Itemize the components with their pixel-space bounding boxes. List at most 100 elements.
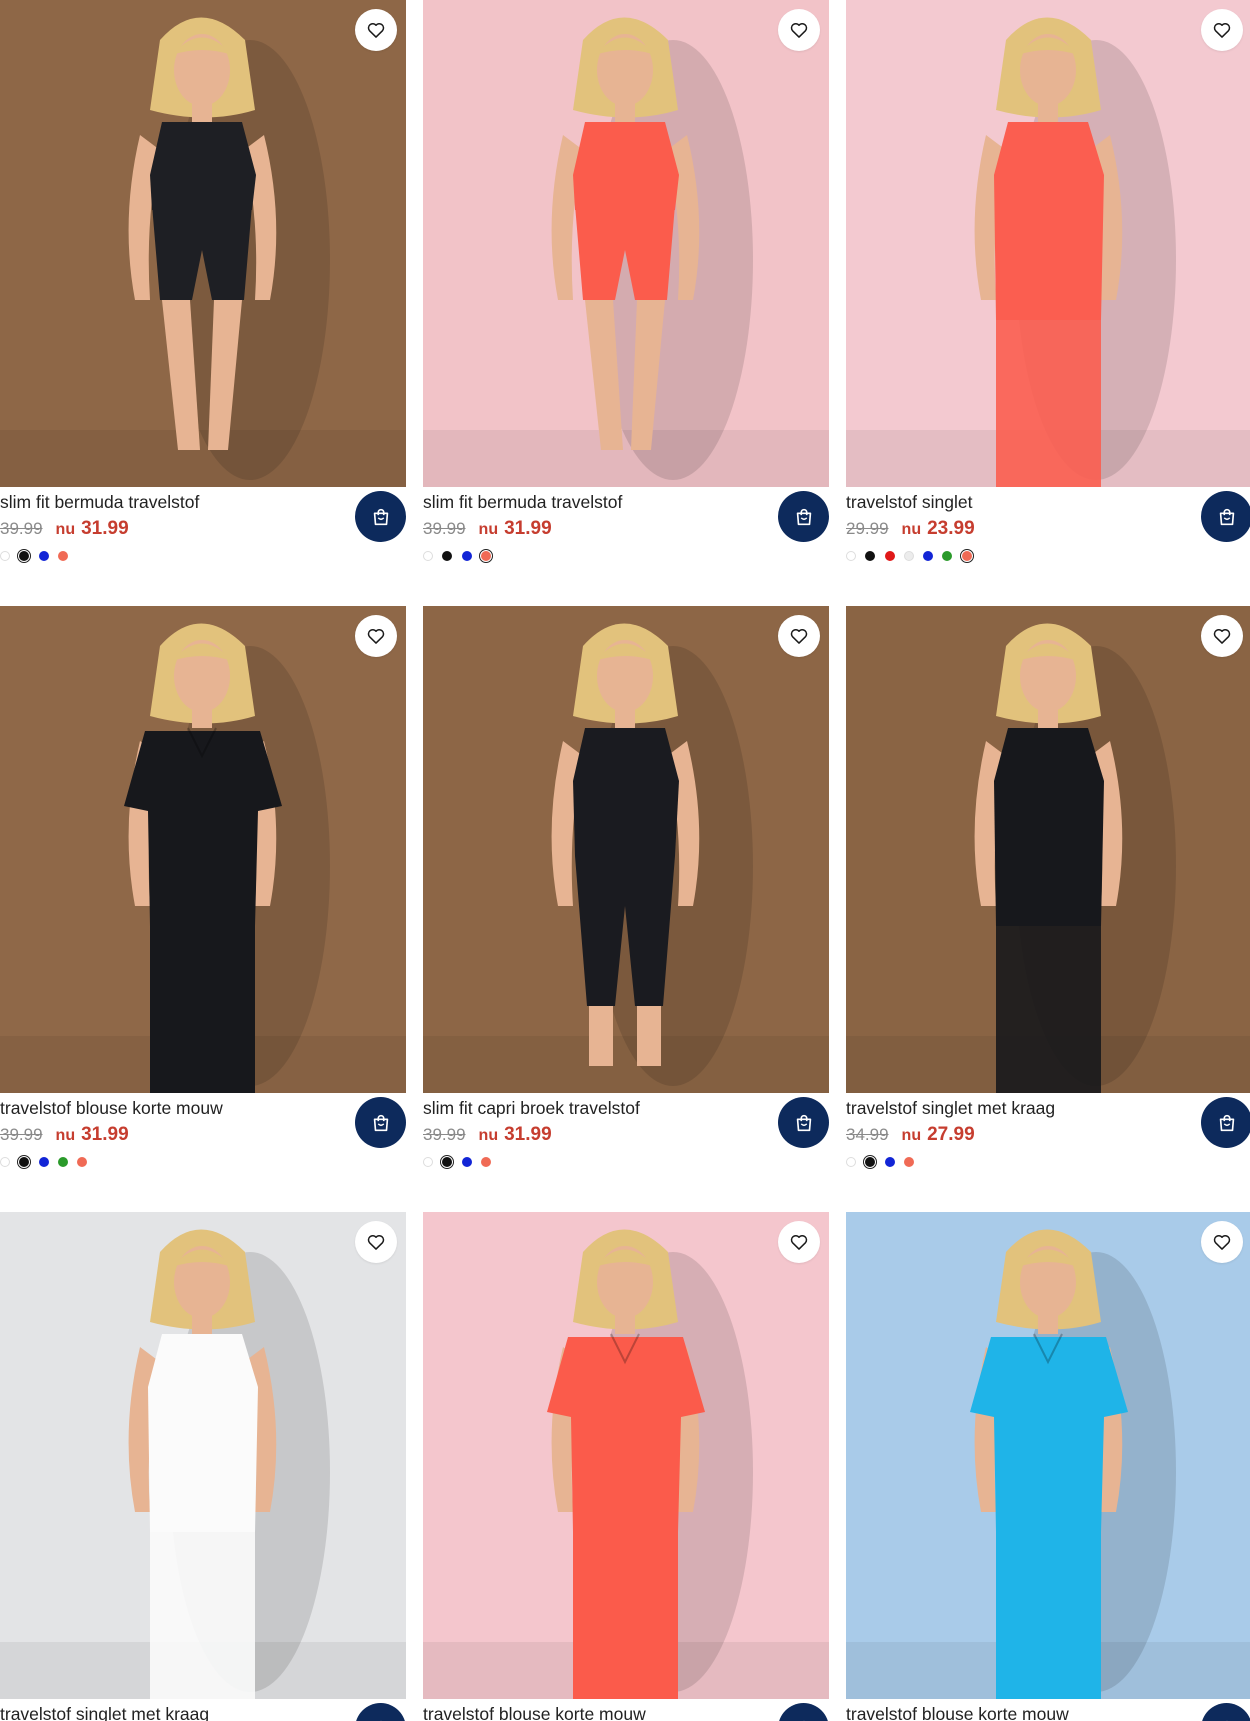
color-swatch[interactable]: [846, 1157, 856, 1167]
now-label: nu: [478, 1127, 499, 1144]
color-swatch[interactable]: [442, 551, 453, 561]
product-name[interactable]: travelstof blouse korte mouw: [846, 1704, 1069, 1721]
heart-icon: [367, 1234, 385, 1250]
product-card[interactable]: travelstof blouse korte mouw: [846, 1212, 1250, 1721]
add-to-cart-button[interactable]: [778, 1703, 829, 1721]
color-swatch[interactable]: [57, 551, 68, 561]
shopping-bag-icon: [1219, 1114, 1234, 1131]
color-swatch[interactable]: [57, 1157, 68, 1167]
product-image[interactable]: [0, 1212, 406, 1699]
product-name[interactable]: travelstof singlet: [846, 492, 972, 513]
color-swatch[interactable]: [903, 1157, 914, 1167]
add-to-cart-button[interactable]: [355, 491, 406, 542]
add-to-cart-button[interactable]: [1201, 1097, 1250, 1148]
product-card[interactable]: travelstof singlet met kraag 34.99 nu 27.99: [846, 606, 1250, 1196]
old-price: 39.99: [423, 1125, 466, 1144]
color-swatches: [0, 1154, 96, 1170]
old-price: 39.99: [0, 519, 43, 538]
price-row: 34.99 nu 27.99: [846, 1124, 975, 1146]
color-swatch[interactable]: [38, 1157, 49, 1167]
color-swatch[interactable]: [480, 1157, 491, 1167]
add-to-cart-button[interactable]: [1201, 491, 1250, 542]
now-label: nu: [901, 521, 922, 538]
color-swatch[interactable]: [862, 1154, 878, 1170]
color-swatch[interactable]: [16, 1154, 32, 1170]
wishlist-button[interactable]: [355, 615, 397, 657]
color-swatch[interactable]: [884, 1157, 895, 1167]
product-image[interactable]: [0, 0, 406, 487]
product-card[interactable]: travelstof blouse korte mouw: [423, 1212, 829, 1721]
color-swatch[interactable]: [959, 548, 975, 564]
color-swatch[interactable]: [923, 551, 934, 561]
price-row: 39.99 nu 31.99: [0, 1124, 129, 1146]
color-swatch[interactable]: [16, 548, 32, 564]
product-image[interactable]: [423, 0, 829, 487]
product-card[interactable]: slim fit bermuda travelstof 39.99 nu 31.99: [423, 0, 829, 590]
color-swatch[interactable]: [77, 1157, 88, 1167]
color-swatch[interactable]: [423, 551, 433, 561]
color-swatch[interactable]: [884, 551, 895, 561]
wishlist-button[interactable]: [355, 1221, 397, 1263]
add-to-cart-button[interactable]: [778, 491, 829, 542]
sale-price: 31.99: [81, 518, 129, 539]
product-name[interactable]: travelstof singlet met kraag: [0, 1704, 209, 1721]
product-image[interactable]: [846, 1212, 1250, 1699]
product-name[interactable]: slim fit bermuda travelstof: [0, 492, 199, 513]
color-swatch[interactable]: [461, 551, 472, 561]
price-row: 39.99 nu 31.99: [0, 518, 129, 540]
heart-icon: [790, 628, 808, 644]
color-swatch[interactable]: [439, 1154, 455, 1170]
sale-price: 31.99: [81, 1124, 129, 1145]
color-swatch[interactable]: [865, 551, 876, 561]
wishlist-button[interactable]: [778, 1221, 820, 1263]
add-to-cart-button[interactable]: [778, 1097, 829, 1148]
color-swatch[interactable]: [903, 551, 914, 561]
add-to-cart-button[interactable]: [355, 1703, 406, 1721]
wishlist-button[interactable]: [355, 9, 397, 51]
product-card[interactable]: slim fit capri broek travelstof 39.99 nu 31…: [423, 606, 829, 1196]
wishlist-button[interactable]: [778, 9, 820, 51]
product-image[interactable]: [846, 0, 1250, 487]
old-price: 29.99: [846, 519, 889, 538]
now-label: nu: [55, 1127, 76, 1144]
now-label: nu: [55, 521, 76, 538]
product-card[interactable]: travelstof blouse korte mouw 39.99 nu 31.99: [0, 606, 406, 1196]
product-image[interactable]: [0, 606, 406, 1093]
color-swatch[interactable]: [0, 1157, 10, 1167]
color-swatch[interactable]: [942, 551, 953, 561]
color-swatches: [0, 548, 77, 564]
wishlist-button[interactable]: [1201, 9, 1243, 51]
shopping-bag-icon: [1219, 508, 1234, 525]
color-swatch[interactable]: [38, 551, 49, 561]
old-price: 39.99: [423, 519, 466, 538]
product-name[interactable]: travelstof blouse korte mouw: [423, 1704, 646, 1721]
color-swatch[interactable]: [461, 1157, 472, 1167]
product-card[interactable]: slim fit bermuda travelstof 39.99 nu 31.99: [0, 0, 406, 590]
product-card[interactable]: travelstof singlet met kraag: [0, 1212, 406, 1721]
heart-icon: [1213, 22, 1231, 38]
product-name[interactable]: slim fit capri broek travelstof: [423, 1098, 640, 1119]
add-to-cart-button[interactable]: [355, 1097, 406, 1148]
product-name[interactable]: slim fit bermuda travelstof: [423, 492, 622, 513]
product-name[interactable]: travelstof blouse korte mouw: [0, 1098, 223, 1119]
product-grid: slim fit bermuda travelstof 39.99 nu 31.99 s…: [0, 0, 1250, 1721]
now-label: nu: [478, 521, 499, 538]
now-label: nu: [901, 1127, 922, 1144]
wishlist-button[interactable]: [1201, 1221, 1243, 1263]
product-card[interactable]: travelstof singlet 29.99 nu 23.99: [846, 0, 1250, 590]
color-swatches: [423, 548, 500, 564]
color-swatch[interactable]: [846, 551, 856, 561]
product-image[interactable]: [846, 606, 1250, 1093]
color-swatch[interactable]: [0, 551, 10, 561]
shopping-bag-icon: [373, 508, 388, 525]
wishlist-button[interactable]: [778, 615, 820, 657]
color-swatch[interactable]: [423, 1157, 433, 1167]
add-to-cart-button[interactable]: [1201, 1703, 1250, 1721]
wishlist-button[interactable]: [1201, 615, 1243, 657]
heart-icon: [1213, 628, 1231, 644]
heart-icon: [790, 22, 808, 38]
product-image[interactable]: [423, 1212, 829, 1699]
product-name[interactable]: travelstof singlet met kraag: [846, 1098, 1055, 1119]
color-swatch[interactable]: [478, 548, 494, 564]
product-image[interactable]: [423, 606, 829, 1093]
